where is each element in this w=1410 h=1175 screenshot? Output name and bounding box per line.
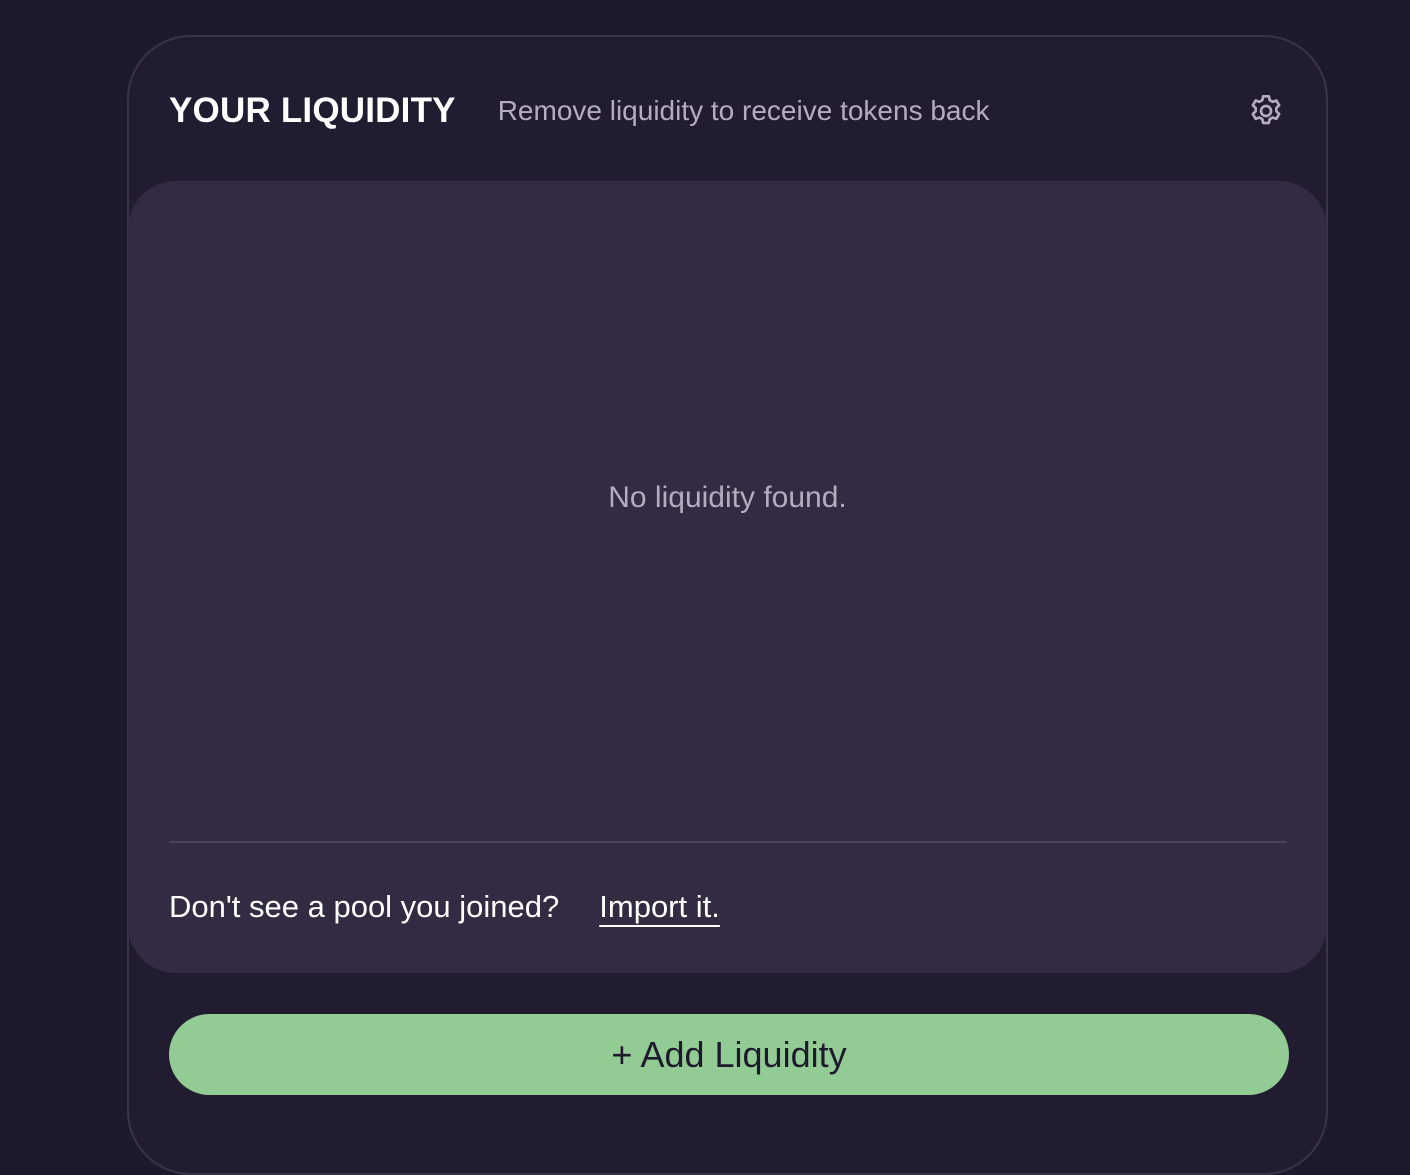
- add-liquidity-button[interactable]: + Add Liquidity: [169, 1014, 1289, 1095]
- empty-state-message: No liquidity found.: [608, 481, 847, 514]
- card-header: YOUR LIQUIDITY Remove liquidity to recei…: [169, 89, 1286, 133]
- liquidity-card: YOUR LIQUIDITY Remove liquidity to recei…: [127, 35, 1328, 1175]
- page-subtitle: Remove liquidity to receive tokens back: [497, 95, 990, 126]
- import-prompt: Don't see a pool you joined?: [169, 889, 560, 924]
- divider: [169, 841, 1287, 843]
- gear-icon[interactable]: [1246, 91, 1286, 131]
- page-title: YOUR LIQUIDITY: [169, 91, 456, 130]
- liquidity-panel: No liquidity found. Don't see a pool you…: [128, 181, 1327, 973]
- import-link[interactable]: Import it.: [599, 889, 720, 925]
- import-row: Don't see a pool you joined? Import it.: [169, 889, 720, 925]
